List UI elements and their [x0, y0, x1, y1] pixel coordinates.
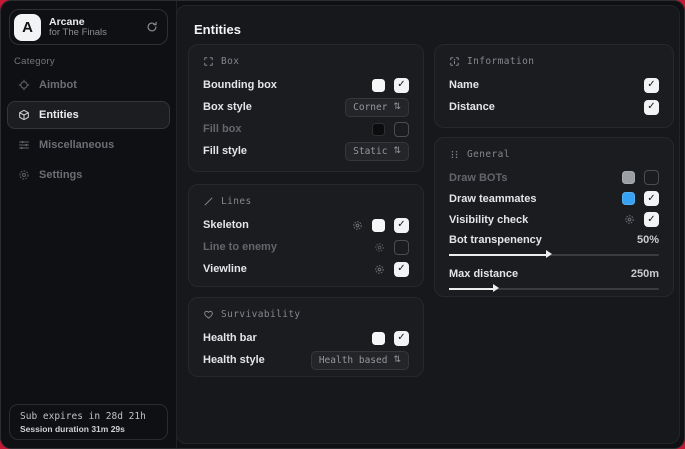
app-header-card: A Arcane for The Finals — [9, 9, 168, 45]
grid-dots-icon — [449, 149, 460, 160]
desktop-background: A Arcane for The Finals Category — [0, 0, 685, 449]
sub-expiry-text: Sub expires in 28d 21h — [20, 411, 157, 422]
sidebar-item-entities[interactable]: Entities — [7, 101, 170, 129]
checkbox[interactable] — [644, 100, 659, 115]
updown-arrows-icon: ⇅ — [393, 147, 401, 156]
gear-icon[interactable] — [352, 220, 363, 231]
app-logo: A — [14, 14, 41, 41]
checkbox[interactable] — [394, 331, 409, 346]
setting-row-health-style: Health style Health based ⇅ — [203, 349, 409, 371]
color-swatch[interactable] — [622, 171, 635, 184]
sidebar-item-miscellaneous[interactable]: Miscellaneous — [7, 131, 170, 159]
setting-row-max-distance: Max distance 250m — [449, 264, 659, 283]
checkbox[interactable] — [394, 218, 409, 233]
setting-row-draw-bots: Draw BOTs — [449, 167, 659, 188]
fill-style-dropdown[interactable]: Static ⇅ — [345, 142, 409, 161]
checkbox[interactable] — [394, 262, 409, 277]
app-window: A Arcane for The Finals Category — [0, 0, 685, 449]
color-swatch[interactable] — [372, 123, 385, 136]
slider-thumb[interactable] — [546, 250, 552, 258]
color-swatch[interactable] — [372, 79, 385, 92]
checkbox[interactable] — [644, 212, 659, 227]
category-label: Category — [14, 56, 55, 67]
diagonal-line-icon — [203, 196, 214, 207]
survivability-card: Survivability Health bar Health style He… — [188, 297, 424, 377]
sidebar-item-settings[interactable]: Settings — [7, 161, 170, 189]
setting-row-distance: Distance — [449, 96, 659, 118]
subscription-card: Sub expires in 28d 21h Session duration … — [9, 404, 168, 440]
setting-row-bot-transparency: Bot transpenency 50% — [449, 230, 659, 249]
cube-icon — [18, 109, 30, 121]
section-title: Survivability — [221, 309, 301, 320]
slider-value: 50% — [637, 234, 659, 246]
section-title: Box — [221, 56, 239, 67]
information-card: Information Name Distance — [434, 44, 674, 128]
color-swatch[interactable] — [372, 219, 385, 232]
setting-row-line-to-enemy: Line to enemy — [203, 236, 409, 258]
section-title: General — [467, 149, 510, 160]
page-title: Entities — [194, 22, 241, 37]
setting-row-fill-style: Fill style Static ⇅ — [203, 140, 409, 162]
corner-brackets-icon — [203, 56, 214, 67]
bot-transparency-slider[interactable] — [449, 250, 659, 259]
setting-row-name: Name — [449, 74, 659, 96]
general-card: General Draw BOTs Draw teammates — [434, 137, 674, 297]
sidebar: A Arcane for The Finals Category — [1, 1, 177, 448]
setting-row-skeleton: Skeleton — [203, 214, 409, 236]
section-title: Information — [467, 56, 534, 67]
main-panel: Entities Box Bounding box — [176, 5, 680, 444]
app-name: Arcane — [49, 16, 107, 28]
app-subtitle: for The Finals — [49, 28, 107, 39]
updown-arrows-icon: ⇅ — [393, 103, 401, 112]
sidebar-item-label: Settings — [39, 169, 82, 181]
box-style-dropdown[interactable]: Corner ⇅ — [345, 98, 409, 117]
crosshair-icon — [18, 79, 30, 91]
max-distance-slider[interactable] — [449, 284, 659, 293]
setting-row-box-style: Box style Corner ⇅ — [203, 96, 409, 118]
color-swatch[interactable] — [622, 192, 635, 205]
checkbox[interactable] — [644, 170, 659, 185]
slider-thumb[interactable] — [493, 284, 499, 292]
setting-row-fill-box: Fill box — [203, 118, 409, 140]
checkbox[interactable] — [394, 122, 409, 137]
box-card: Box Bounding box Box style Corner ⇅ — [188, 44, 424, 172]
gear-icon[interactable] — [624, 214, 635, 225]
gear-icon[interactable] — [374, 242, 385, 253]
sidebar-nav: Aimbot Entities Mi — [7, 71, 170, 189]
setting-row-draw-teammates: Draw teammates — [449, 188, 659, 209]
sync-icon[interactable] — [146, 21, 158, 33]
slider-fill — [449, 254, 548, 256]
sidebar-item-label: Aimbot — [39, 79, 77, 91]
gear-icon[interactable] — [374, 264, 385, 275]
checkbox[interactable] — [394, 240, 409, 255]
section-title: Lines — [221, 196, 252, 207]
health-style-dropdown[interactable]: Health based ⇅ — [311, 351, 409, 370]
updown-arrows-icon: ⇅ — [393, 356, 401, 365]
setting-row-viewline: Viewline — [203, 258, 409, 280]
checkbox[interactable] — [644, 78, 659, 93]
setting-row-visibility-check: Visibility check — [449, 209, 659, 230]
checkbox[interactable] — [644, 191, 659, 206]
sidebar-item-label: Miscellaneous — [39, 139, 114, 151]
lines-card: Lines Skeleton Line to enemy — [188, 184, 424, 287]
color-swatch[interactable] — [372, 332, 385, 345]
sliders-icon — [18, 139, 30, 151]
session-duration-text: Session duration 31m 29s — [20, 424, 157, 434]
heart-icon — [203, 309, 214, 320]
sidebar-item-aimbot[interactable]: Aimbot — [7, 71, 170, 99]
slider-value: 250m — [631, 268, 659, 280]
checkbox[interactable] — [394, 78, 409, 93]
slider-fill — [449, 288, 495, 290]
gear-icon — [18, 169, 30, 181]
info-scan-icon — [449, 56, 460, 67]
setting-row-bounding-box: Bounding box — [203, 74, 409, 96]
sidebar-item-label: Entities — [39, 109, 79, 121]
setting-row-health-bar: Health bar — [203, 327, 409, 349]
